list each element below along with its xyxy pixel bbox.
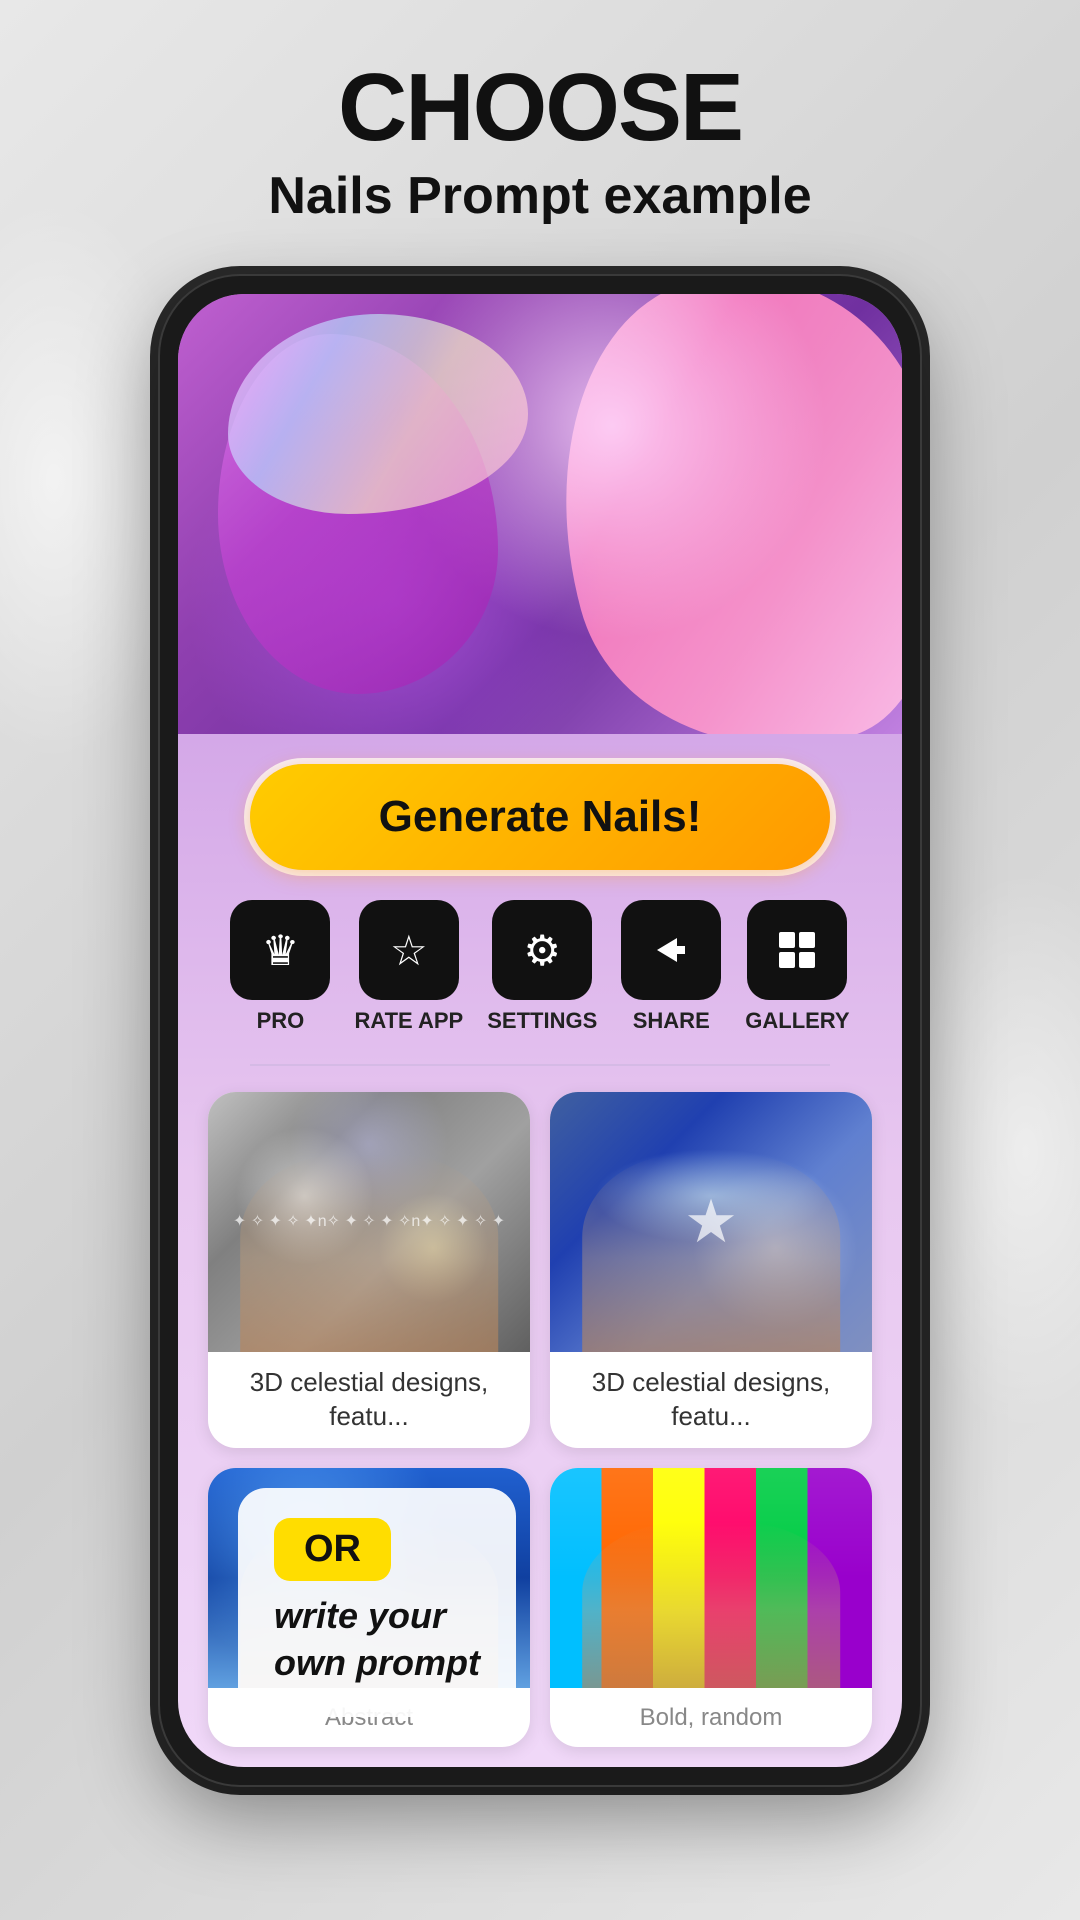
- pro-label: PRO: [257, 1008, 305, 1034]
- or-prompt-text: write yourown prompt: [274, 1593, 480, 1687]
- nail-image-blue-cat-eye: [550, 1092, 872, 1352]
- divider: [250, 1064, 829, 1066]
- hand-overlay-1: [240, 1154, 498, 1352]
- nail-image-colorful-stripes: [550, 1468, 872, 1688]
- gallery-action[interactable]: GALLERY: [745, 900, 849, 1034]
- phone-frame: Generate Nails! ♛ PRO ☆ RATE APP ⚙ SETTI…: [160, 276, 920, 1785]
- pro-action[interactable]: ♛ PRO: [230, 900, 330, 1034]
- pro-icon: ♛: [230, 900, 330, 1000]
- nail-card-2[interactable]: 3D celestial designs, featu...: [550, 1092, 872, 1448]
- nail-card-4[interactable]: Bold, random: [550, 1468, 872, 1747]
- share-action[interactable]: SHARE: [621, 900, 721, 1034]
- rate-app-label: RATE APP: [354, 1008, 463, 1034]
- nail-card-1-label: 3D celestial designs, featu...: [208, 1352, 530, 1448]
- phone-inner: Generate Nails! ♛ PRO ☆ RATE APP ⚙ SETTI…: [178, 294, 902, 1767]
- nail-cards-grid: 3D celestial designs, featu... 3D celest…: [178, 1076, 902, 1767]
- settings-action[interactable]: ⚙ SETTINGS: [487, 900, 597, 1034]
- or-badge: OR: [274, 1518, 391, 1581]
- share-icon: [621, 900, 721, 1000]
- rate-app-action[interactable]: ☆ RATE APP: [354, 900, 463, 1034]
- settings-label: SETTINGS: [487, 1008, 597, 1034]
- generate-nails-button[interactable]: Generate Nails!: [250, 764, 830, 870]
- page-subtitle: Nails Prompt example: [268, 166, 811, 226]
- share-label: SHARE: [633, 1008, 710, 1034]
- gear-icon: ⚙: [492, 900, 592, 1000]
- nail-image-silver-glitter: [208, 1092, 530, 1352]
- hero-image: [178, 294, 902, 734]
- hand-overlay-2: [582, 1154, 840, 1352]
- nail-card-4-label: Bold, random: [550, 1688, 872, 1747]
- gallery-label: GALLERY: [745, 1008, 849, 1034]
- page-title: CHOOSE: [338, 60, 742, 156]
- nail-card-3[interactable]: Abstract OR write yourown prompt: [208, 1468, 530, 1747]
- action-icons-row: ♛ PRO ☆ RATE APP ⚙ SETTINGS SHARE: [178, 890, 902, 1054]
- nail-card-2-label: 3D celestial designs, featu...: [550, 1352, 872, 1448]
- generate-button-wrapper: Generate Nails!: [178, 734, 902, 890]
- hand-overlay-4: [582, 1522, 840, 1688]
- nail-card-1[interactable]: 3D celestial designs, featu...: [208, 1092, 530, 1448]
- gallery-icon: [747, 900, 847, 1000]
- star-icon: ☆: [359, 900, 459, 1000]
- or-prompt-overlay: OR write yourown prompt: [238, 1488, 516, 1717]
